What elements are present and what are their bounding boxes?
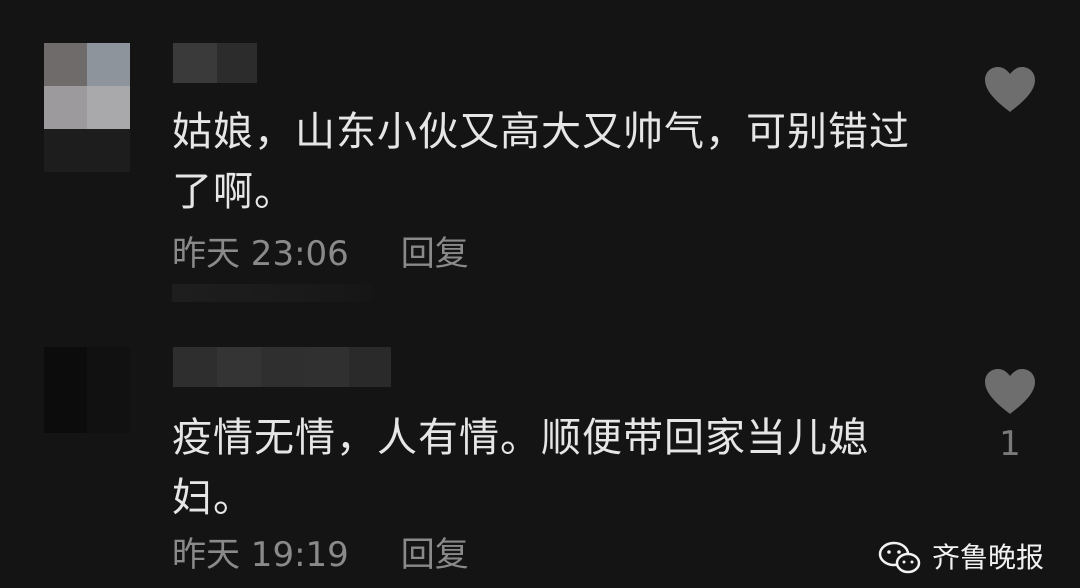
heart-icon (985, 369, 1035, 414)
avatar[interactable] (44, 347, 130, 433)
avatar-pixel (87, 390, 130, 433)
watermark-label: 齐鲁晚报 (931, 541, 1044, 574)
reply-preview-blur (172, 284, 372, 302)
avatar-pixel (87, 43, 130, 86)
avatar[interactable] (44, 43, 130, 172)
username-blur (349, 347, 391, 387)
username[interactable] (173, 347, 391, 387)
avatar-pixel (87, 86, 130, 129)
reply-button[interactable]: 回复 (401, 535, 469, 575)
avatar-pixel (44, 347, 87, 390)
source-watermark: 齐鲁晚报 (878, 538, 1044, 578)
username-blur (217, 347, 261, 387)
comment-text: 姑娘，山东小伙又高大又帅气，可别错过了啊。 (172, 109, 910, 215)
comment-time: 昨天 23:06 (172, 234, 349, 274)
username[interactable] (173, 43, 257, 83)
comment-meta: 昨天 19:19 回复 (172, 535, 469, 575)
username-blur (173, 347, 217, 387)
username-blur (261, 347, 305, 387)
comment-meta: 昨天 23:06 回复 (172, 234, 469, 274)
avatar-pixel (44, 129, 130, 172)
avatar-pixel (87, 347, 130, 390)
heart-icon (985, 67, 1035, 112)
avatar-pixel (44, 390, 87, 433)
comment-text: 疫情无情，人有情。顺便带回家当儿媳妇。 (172, 415, 869, 521)
like-count: 1 (999, 424, 1021, 464)
username-blur (217, 43, 257, 83)
comment-screen: 姑娘，山东小伙又高大又帅气，可别错过了啊。 昨天 23:06 回复 疫情无情，人… (0, 0, 1080, 588)
comment-time: 昨天 19:19 (172, 535, 349, 575)
reply-button[interactable]: 回复 (401, 234, 469, 274)
comment-item: 姑娘，山东小伙又高大又帅气，可别错过了啊。 昨天 23:06 回复 (0, 0, 1080, 310)
like-button[interactable]: 1 (980, 368, 1040, 464)
username-blur (305, 347, 349, 387)
avatar-pixel (44, 43, 87, 86)
username-blur (173, 43, 217, 83)
avatar-pixel (44, 86, 87, 129)
like-button[interactable] (980, 66, 1040, 122)
wechat-icon (878, 541, 921, 574)
